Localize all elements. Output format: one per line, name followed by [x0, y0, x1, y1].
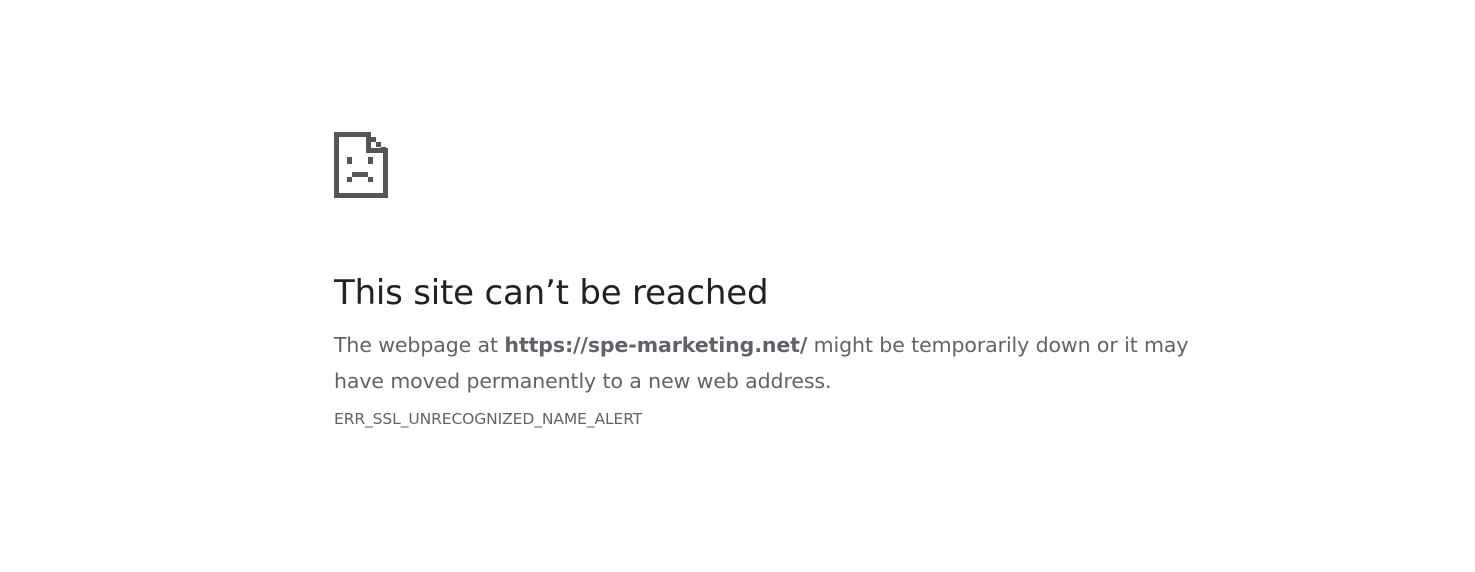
message-prefix: The webpage at: [334, 333, 505, 357]
error-code: ERR_SSL_UNRECOGNIZED_NAME_ALERT: [334, 410, 643, 428]
error-description: The webpage at https://spe-marketing.net…: [334, 327, 1234, 399]
page-title: This site can’t be reached: [334, 273, 769, 313]
site-url: https://spe-marketing.net/: [504, 333, 808, 357]
sad-page-icon: [334, 132, 388, 198]
error-page: This site can’t be reached The webpage a…: [334, 132, 1234, 429]
